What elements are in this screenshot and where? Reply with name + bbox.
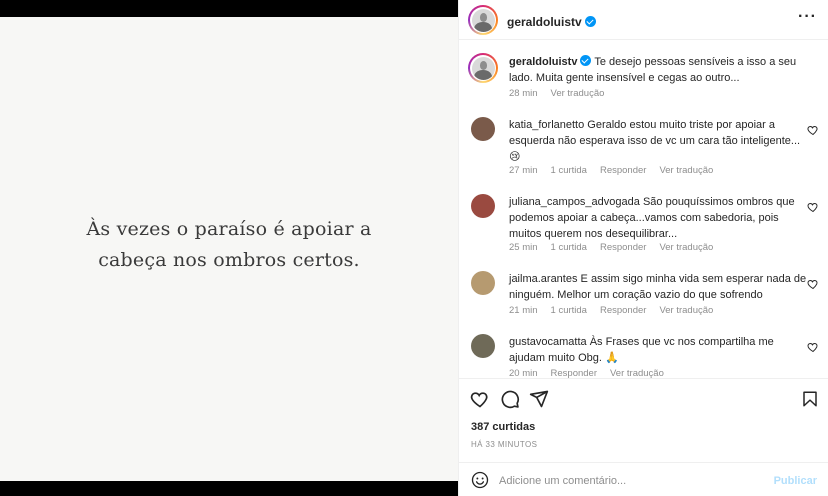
comment-icon[interactable]	[500, 389, 520, 409]
comment-likes[interactable]: 1 curtida	[551, 242, 587, 253]
comment-username[interactable]: katia_forlanetto	[509, 119, 584, 131]
like-comment-heart-icon[interactable]	[807, 341, 819, 353]
reply-link[interactable]: Responder	[600, 242, 646, 253]
author-username[interactable]: geraldoluistv	[507, 15, 582, 29]
comment-username[interactable]: gustavocamatta	[509, 336, 587, 348]
comment-username[interactable]: jailma.arantes	[509, 273, 577, 285]
bookmark-icon[interactable]	[801, 389, 819, 409]
comment-avatar[interactable]	[471, 334, 495, 358]
comment-item: katia_forlanetto Geraldo estou muito tri…	[469, 117, 819, 181]
reply-link[interactable]: Responder	[551, 368, 597, 378]
comment-time: 20 min	[509, 368, 538, 378]
post-media: Às vezes o paraíso é apoiar a cabeça nos…	[0, 0, 458, 496]
caption: geraldoluistv Te desejo pessoas sensívei…	[468, 53, 819, 104]
comment-time: 25 min	[509, 242, 538, 253]
post-header: geraldoluistv ···	[459, 0, 828, 40]
caption-time: 28 min	[509, 88, 538, 99]
caption-translate-link[interactable]: Ver tradução	[551, 88, 605, 99]
like-comment-heart-icon[interactable]	[807, 278, 819, 290]
post-actions: 387 curtidas HÁ 33 MINUTOS	[459, 378, 828, 458]
comment-item: juliana_campos_advogada São pouquíssimos…	[469, 194, 819, 258]
translate-link[interactable]: Ver tradução	[610, 368, 664, 378]
comment-username[interactable]: juliana_campos_advogada	[509, 196, 640, 208]
comment-avatar[interactable]	[471, 194, 495, 218]
comment-avatar[interactable]	[471, 117, 495, 141]
comment-input[interactable]	[499, 472, 769, 490]
translate-link[interactable]: Ver tradução	[659, 305, 713, 316]
posted-time: HÁ 33 MINUTOS	[471, 440, 538, 449]
emoji-icon[interactable]	[471, 471, 489, 489]
likes-count[interactable]: 387 curtidas	[471, 421, 535, 433]
translate-link[interactable]: Ver tradução	[659, 165, 713, 176]
comment-avatar[interactable]	[471, 271, 495, 295]
post-side-panel: geraldoluistv ··· geraldoluistv Te desej…	[458, 0, 828, 496]
author-avatar[interactable]	[468, 5, 498, 35]
comment-meta: 20 min Responder Ver tradução	[509, 368, 677, 378]
comment-item: jailma.arantes E assim sigo minha vida s…	[469, 271, 819, 321]
comment-time: 21 min	[509, 305, 538, 316]
more-horizontal-icon[interactable]: ···	[798, 9, 817, 25]
comment-likes[interactable]: 1 curtida	[551, 305, 587, 316]
comment-item: gustavocamatta Às Frases que vc nos comp…	[469, 334, 819, 378]
caption-text-block: geraldoluistv Te desejo pessoas sensívei…	[509, 54, 809, 86]
comment-text-block: jailma.arantes E assim sigo minha vida s…	[509, 271, 809, 303]
heart-icon[interactable]	[470, 389, 490, 409]
verified-badge-icon	[584, 16, 596, 27]
add-comment-bar: Publicar	[459, 462, 828, 496]
post-image[interactable]: Às vezes o paraíso é apoiar a cabeça nos…	[0, 17, 458, 481]
comment-text-block: katia_forlanetto Geraldo estou muito tri…	[509, 117, 809, 165]
share-icon[interactable]	[529, 389, 549, 409]
comment-time: 27 min	[509, 165, 538, 176]
comment-meta: 27 min 1 curtida Responder Ver tradução	[509, 165, 726, 176]
author-name-row: geraldoluistv	[507, 13, 596, 31]
caption-meta: 28 min Ver tradução	[509, 88, 617, 99]
publish-button[interactable]: Publicar	[774, 475, 817, 487]
caption-avatar[interactable]	[468, 53, 498, 83]
post-modal: Às vezes o paraíso é apoiar a cabeça nos…	[0, 0, 828, 496]
comment-text-block: juliana_campos_advogada São pouquíssimos…	[509, 194, 809, 242]
comment-meta: 25 min 1 curtida Responder Ver tradução	[509, 242, 726, 253]
comments-list[interactable]: geraldoluistv Te desejo pessoas sensívei…	[459, 41, 828, 378]
reply-link[interactable]: Responder	[600, 165, 646, 176]
like-comment-heart-icon[interactable]	[807, 201, 819, 213]
comment-meta: 21 min 1 curtida Responder Ver tradução	[509, 305, 726, 316]
translate-link[interactable]: Ver tradução	[659, 242, 713, 253]
comment-likes[interactable]: 1 curtida	[551, 165, 587, 176]
comment-text-block: gustavocamatta Às Frases que vc nos comp…	[509, 334, 809, 366]
caption-username[interactable]: geraldoluistv	[509, 56, 577, 68]
like-comment-heart-icon[interactable]	[807, 124, 819, 136]
reply-link[interactable]: Responder	[600, 305, 646, 316]
verified-badge-icon	[580, 55, 592, 66]
post-quote-text: Às vezes o paraíso é apoiar a cabeça nos…	[86, 218, 372, 271]
